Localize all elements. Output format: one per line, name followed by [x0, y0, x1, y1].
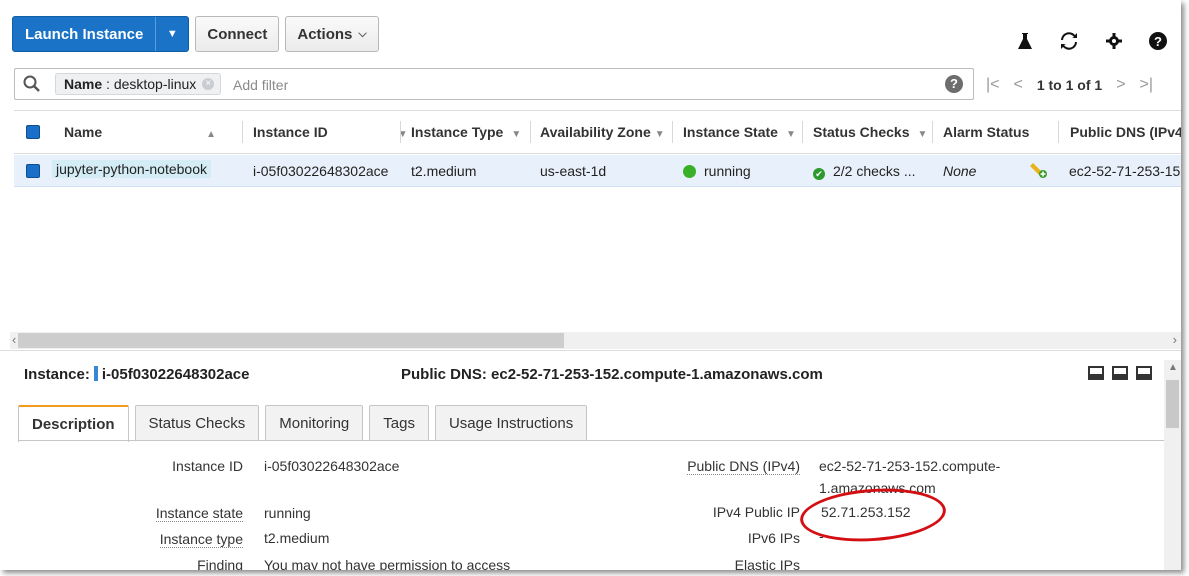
details-instance-header: Instance: i-05f03022648302ace	[24, 366, 250, 383]
column-divider	[802, 121, 803, 143]
prev-page-icon[interactable]: <	[1014, 76, 1023, 94]
label-instance-id: Instance ID	[172, 458, 243, 474]
public-dns: ec2-52-71-253-152	[1069, 163, 1181, 179]
column-header-status-checks[interactable]: Status Checks ▼	[813, 124, 927, 140]
launch-instance-button[interactable]: Launch Instance ▼	[12, 16, 190, 52]
tab-divider	[18, 440, 1164, 441]
filter-chip-separator: :	[102, 76, 114, 92]
horizontal-scrollbar[interactable]: ‹ ›	[10, 332, 1181, 349]
label-public-dns: Public DNS (IPv4)	[687, 458, 800, 475]
label-elastic-ips: Elastic IPs	[734, 557, 800, 570]
actions-button[interactable]: Actions ⌵	[285, 16, 379, 52]
row-checkbox[interactable]	[26, 164, 40, 178]
value-public-dns-line1: ec2-52-71-253-152.compute-	[819, 458, 1001, 474]
pagination: |< < 1 to 1 of 1 > >|	[986, 76, 1153, 94]
connect-label: Connect	[207, 25, 268, 43]
instance-state: running	[683, 163, 751, 179]
scroll-right-icon[interactable]: ›	[1173, 332, 1177, 347]
top-right-icons: ?	[1017, 32, 1167, 53]
column-header-instance-id[interactable]: Instance ID ▼	[253, 124, 408, 140]
pane-splitter[interactable]	[0, 350, 1181, 357]
column-divider	[672, 121, 673, 143]
add-filter-placeholder[interactable]: Add filter	[233, 77, 288, 93]
column-divider	[932, 121, 933, 143]
help-icon[interactable]: ?	[1149, 32, 1167, 53]
label-instance-state: Instance state	[155, 505, 243, 522]
column-header-name[interactable]: Name ▲	[64, 124, 216, 140]
details-tabs: Description Status Checks Monitoring Tag…	[18, 405, 588, 442]
scroll-up-icon[interactable]: ▲	[1168, 362, 1178, 373]
tab-tags[interactable]: Tags	[369, 405, 429, 441]
filter-help-icon[interactable]: ?	[945, 75, 963, 93]
instance-name[interactable]: jupyter-python-notebook	[52, 160, 211, 178]
create-alarm-icon[interactable]	[1030, 161, 1048, 182]
value-finding: You may not have permission to access	[264, 557, 511, 570]
layout-full-icon[interactable]	[1136, 366, 1152, 380]
page-count: 1 to 1 of 1	[1036, 77, 1103, 93]
column-header-instance-type[interactable]: Instance Type ▼	[411, 124, 521, 140]
flask-icon[interactable]	[1017, 32, 1033, 53]
first-page-icon[interactable]: |<	[986, 76, 1000, 94]
last-page-icon[interactable]: >|	[1140, 76, 1154, 94]
label-ipv6-ips: IPv6 IPs	[747, 530, 800, 546]
ec2-console-window: Launch Instance ▼ Connect Actions ⌵ ? Na…	[0, 0, 1181, 570]
column-header-public-dns[interactable]: Public DNS (IPv4	[1070, 124, 1181, 140]
column-divider	[400, 121, 401, 143]
vertical-scrollbar-thumb[interactable]	[1166, 380, 1179, 428]
alarm-status: None	[943, 163, 977, 179]
filter-chip-key: Name	[64, 76, 103, 92]
label-finding: Finding	[197, 557, 243, 570]
pane-layout-icons	[1088, 366, 1152, 380]
caret-down-icon: ▼	[166, 28, 178, 40]
value-instance-state: running	[264, 505, 311, 521]
table-row[interactable]: jupyter-python-notebook i-05f03022648302…	[14, 155, 1181, 187]
column-divider	[1058, 121, 1059, 143]
search-icon	[23, 75, 41, 96]
svg-text:?: ?	[1154, 34, 1162, 49]
instance-id: i-05f03022648302ace	[253, 163, 389, 179]
layout-split-icon[interactable]	[1112, 366, 1128, 380]
scrollbar-thumb[interactable]	[18, 333, 564, 348]
select-all-checkbox[interactable]	[26, 125, 40, 139]
column-header-availability-zone[interactable]: Availability Zone ▼	[540, 124, 665, 140]
next-page-icon[interactable]: >	[1116, 76, 1125, 94]
vertical-scrollbar[interactable]: ▲	[1164, 360, 1181, 570]
column-header-instance-state[interactable]: Instance State ▼	[683, 124, 796, 140]
refresh-icon[interactable]	[1059, 32, 1079, 53]
instance-type: t2.medium	[411, 163, 477, 179]
tab-monitoring[interactable]: Monitoring	[265, 405, 364, 441]
actions-label: Actions	[297, 25, 353, 43]
column-divider	[530, 121, 531, 143]
value-instance-type: t2.medium	[264, 530, 330, 546]
value-instance-id: i-05f03022648302ace	[264, 458, 400, 474]
gear-icon[interactable]	[1105, 32, 1123, 53]
column-header-alarm-status[interactable]: Alarm Status	[943, 124, 1029, 140]
toolbar: Launch Instance ▼ Connect Actions ⌵	[12, 16, 379, 52]
label-instance-type: Instance type	[159, 531, 243, 548]
running-status-icon	[683, 165, 696, 178]
column-divider	[242, 121, 243, 143]
status-checks: ✔ 2/2 checks ...	[813, 163, 915, 180]
details-public-dns-header: Public DNS: ec2-52-71-253-152.compute-1.…	[401, 366, 823, 383]
tab-usage-instructions[interactable]: Usage Instructions	[434, 405, 588, 441]
tab-status-checks[interactable]: Status Checks	[134, 405, 260, 441]
scroll-left-icon[interactable]: ‹	[12, 332, 16, 347]
check-icon: ✔	[813, 168, 825, 180]
chevron-down-icon: ⌵	[358, 27, 367, 40]
label-ipv4-public-ip: IPv4 Public IP	[712, 504, 800, 520]
filter-chip-value: desktop-linux	[113, 76, 197, 92]
launch-dropdown-button[interactable]: ▼	[156, 17, 188, 51]
connect-button[interactable]: Connect	[195, 16, 280, 52]
filter-chip[interactable]: Name : desktop-linux ×	[55, 73, 222, 95]
launch-instance-label[interactable]: Launch Instance	[13, 17, 157, 51]
remove-filter-icon[interactable]: ×	[202, 78, 215, 90]
filter-bar[interactable]: Name : desktop-linux × Add filter ?	[14, 68, 974, 100]
layout-bottom-icon[interactable]	[1088, 366, 1104, 380]
tab-description[interactable]: Description	[18, 405, 129, 442]
availability-zone: us-east-1d	[540, 163, 607, 179]
table-header: Name ▲ Instance ID ▼ Instance Type ▼ Availa…	[14, 110, 1181, 154]
